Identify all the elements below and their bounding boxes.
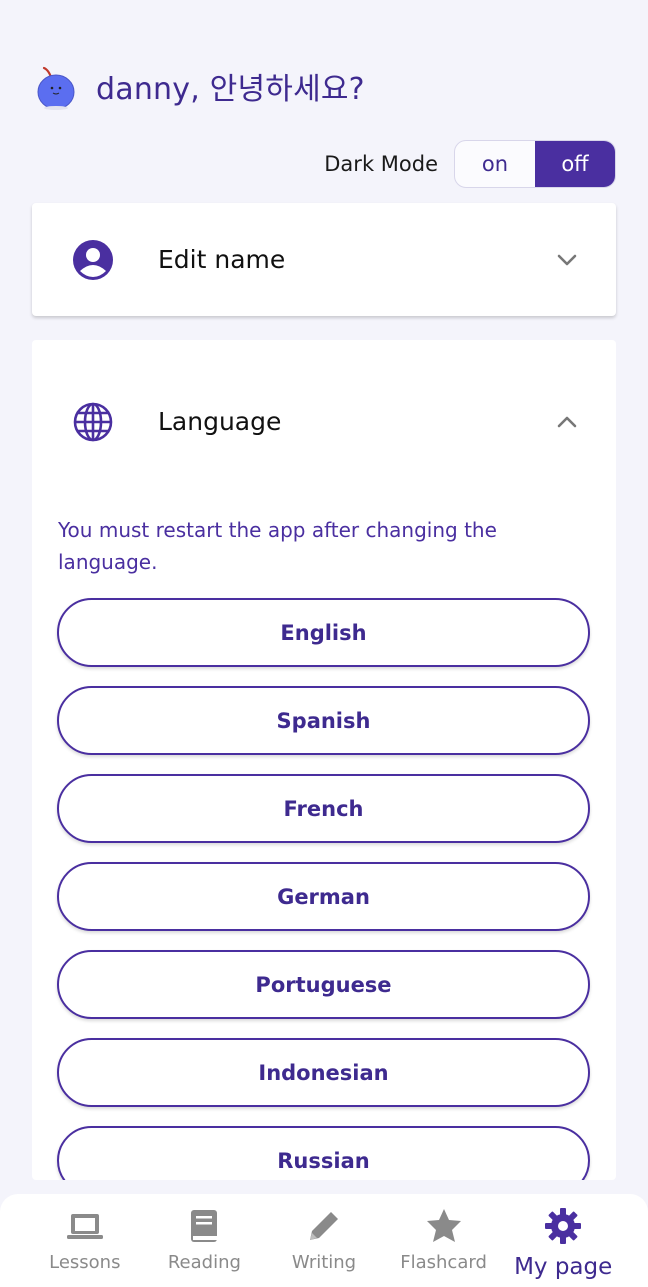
dark-mode-label: Dark Mode [324,152,438,176]
language-english-button[interactable]: English [57,598,590,667]
nav-item-my-page[interactable]: My page [508,1194,618,1287]
pencil-icon [304,1206,344,1246]
language-title: Language [158,407,282,436]
language-german-button[interactable]: German [57,862,590,931]
edit-name-panel[interactable]: Edit name [32,203,616,316]
language-options: English Spanish French German Portuguese… [57,598,590,1180]
language-spanish-button[interactable]: Spanish [57,686,590,755]
nav-item-writing[interactable]: Writing [269,1194,379,1287]
nav-item-reading[interactable]: Reading [149,1194,259,1287]
language-header[interactable]: Language [32,365,616,478]
restart-notice: You must restart the app after changing … [58,518,497,574]
account-circle-icon [72,239,114,281]
language-panel: Language You must restart the app after … [32,340,616,1180]
greeting-header: danny, 안녕하세요? [34,60,365,112]
nav-label-reading: Reading [167,1252,241,1273]
nav-item-lessons[interactable]: Lessons [30,1194,140,1287]
language-french-button[interactable]: French [57,774,590,843]
chevron-down-icon[interactable] [554,247,580,273]
bottom-navigation: Lessons Reading Writing Flashcard My pag… [0,1194,648,1287]
edit-name-title: Edit name [158,245,286,274]
language-indonesian-button[interactable]: Indonesian [57,1038,590,1107]
dark-mode-toggle[interactable]: on off [454,140,616,188]
nav-label-my-page: My page [514,1254,613,1280]
globe-icon [72,401,114,443]
nav-label-writing: Writing [291,1252,357,1273]
star-icon [424,1206,464,1246]
dark-mode-on-option[interactable]: on [455,141,535,187]
language-russian-button[interactable]: Russian [57,1126,590,1180]
gear-icon [543,1206,583,1246]
chevron-up-icon[interactable] [554,409,580,435]
nav-label-flashcard: Flashcard [400,1252,487,1273]
nav-item-flashcard[interactable]: Flashcard [389,1194,499,1287]
nav-label-lessons: Lessons [49,1252,121,1273]
book-icon [184,1206,224,1246]
blueberry-mascot-icon [34,60,76,112]
language-portuguese-button[interactable]: Portuguese [57,950,590,1019]
greeting-text: danny, 안녕하세요? [96,72,365,107]
dark-mode-control: Dark Mode on off [324,140,616,188]
laptop-icon [65,1206,105,1246]
dark-mode-off-option[interactable]: off [535,141,615,187]
edit-name-header[interactable]: Edit name [32,203,616,316]
